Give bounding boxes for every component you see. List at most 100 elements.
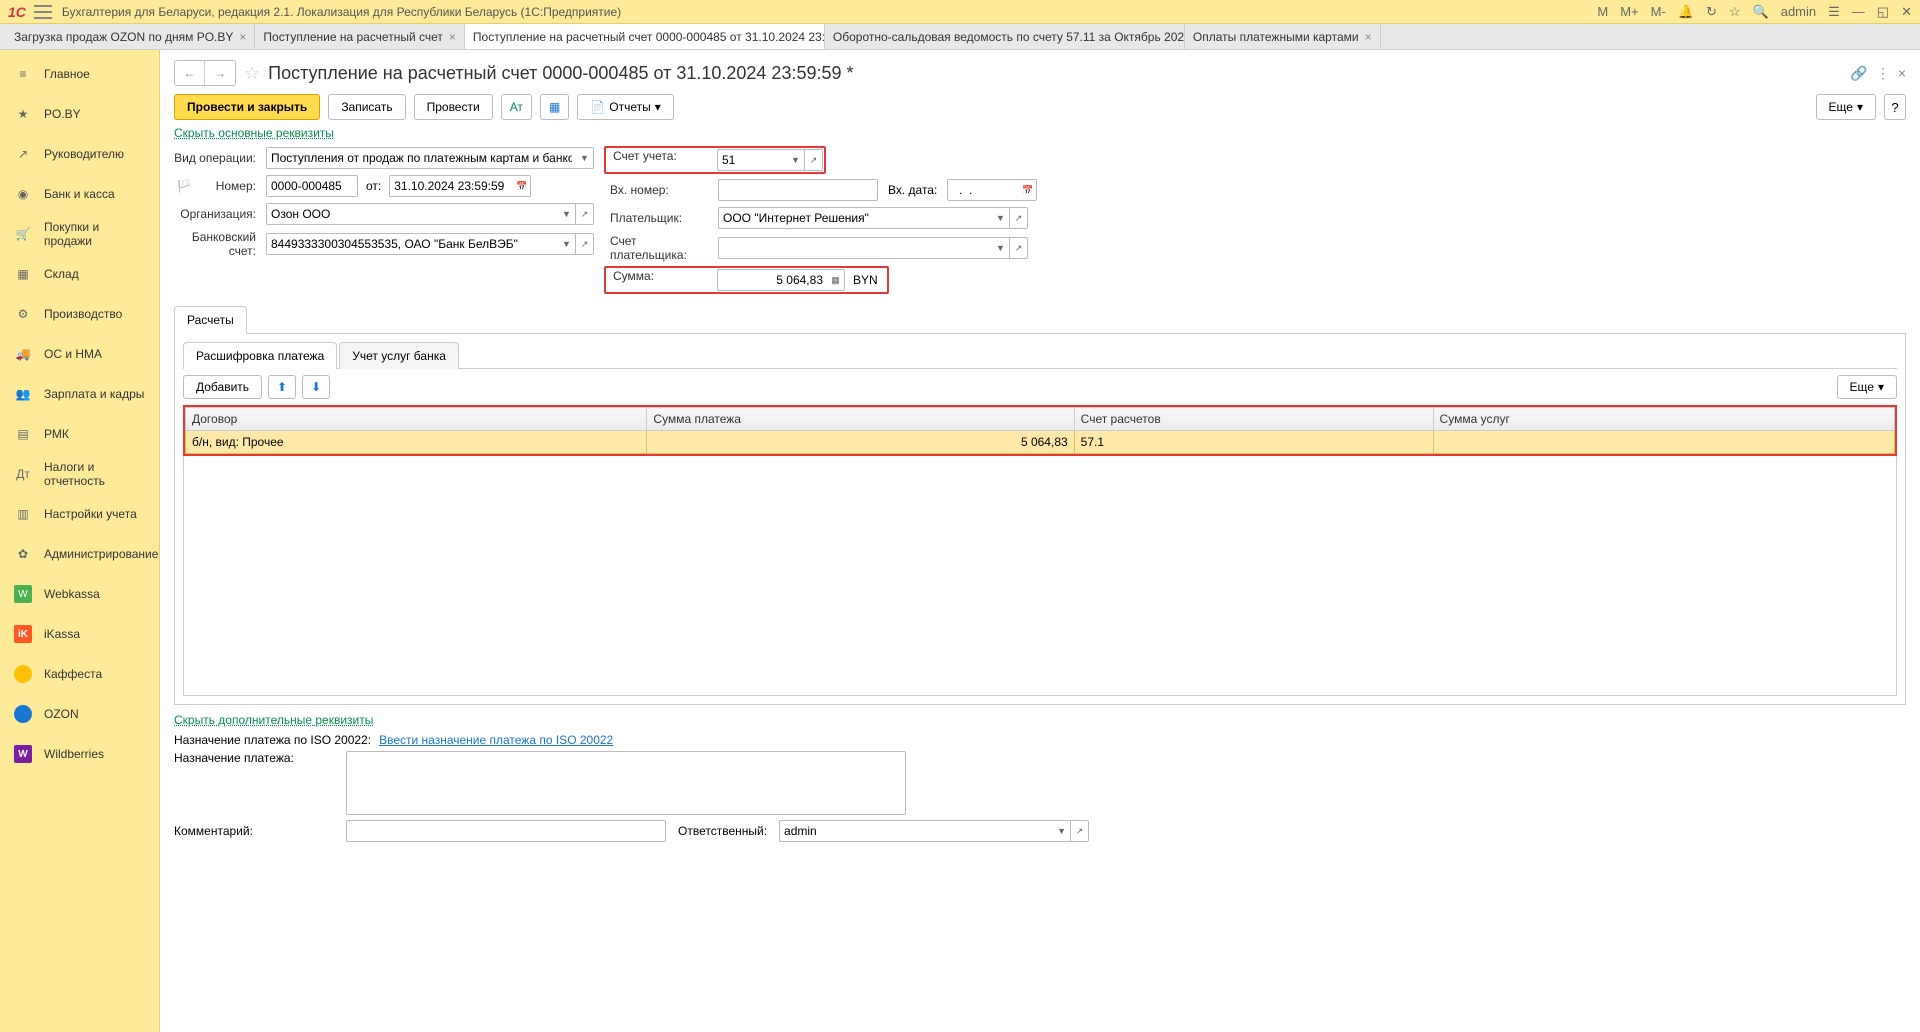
dropdown-icon[interactable]: ▼ xyxy=(992,237,1010,259)
settings-icon[interactable]: ☰ xyxy=(1828,4,1840,20)
date-field[interactable] xyxy=(389,175,513,197)
grid-row[interactable]: б/н, вид: Прочее 5 064,83 57.1 xyxy=(186,431,1895,454)
hide-additional-link[interactable]: Скрыть дополнительные реквизиты xyxy=(174,713,373,727)
write-button[interactable]: Записать xyxy=(328,94,405,120)
open-icon[interactable]: ↗ xyxy=(1010,207,1028,229)
dropdown-icon[interactable]: ▼ xyxy=(992,207,1010,229)
in-date-field[interactable] xyxy=(947,179,1019,201)
tab-bank-services[interactable]: Учет услуг банка xyxy=(339,342,459,369)
col-contract[interactable]: Договор xyxy=(186,408,647,431)
post-and-close-button[interactable]: Провести и закрыть xyxy=(174,94,320,120)
cell-contract[interactable]: б/н, вид: Прочее xyxy=(186,431,647,454)
sidebar-item-rmk[interactable]: ▤РМК xyxy=(0,414,159,454)
dropdown-icon[interactable]: ▼ xyxy=(787,149,805,171)
sidebar-item-bank[interactable]: ◉Банк и касса xyxy=(0,174,159,214)
dropdown-icon[interactable]: ▼ xyxy=(1053,820,1071,842)
tab-ozon-load[interactable]: Загрузка продаж OZON по дням PO.BY× xyxy=(6,24,255,49)
sidebar-item-ozon[interactable]: OZON xyxy=(0,694,159,734)
create-based-button[interactable]: ▦ xyxy=(540,94,569,120)
col-sum[interactable]: Сумма платежа xyxy=(647,408,1074,431)
tab-receipt-485[interactable]: Поступление на расчетный счет 0000-00048… xyxy=(465,24,825,49)
history-icon[interactable]: ↻ xyxy=(1706,4,1717,20)
add-row-button[interactable]: Добавить xyxy=(183,375,262,399)
responsible-field[interactable] xyxy=(779,820,1053,842)
maximize-icon[interactable]: ◱ xyxy=(1877,4,1889,20)
user-label[interactable]: admin xyxy=(1781,4,1816,19)
calc-icon[interactable]: ▦ xyxy=(827,269,845,291)
close-icon[interactable]: ✕ xyxy=(1901,4,1912,20)
sidebar-item-poby[interactable]: ★PO.BY xyxy=(0,94,159,134)
sidebar-item-warehouse[interactable]: ▦Склад xyxy=(0,254,159,294)
calc-m-button[interactable]: M xyxy=(1597,4,1608,19)
more-icon[interactable]: ⋮ xyxy=(1876,65,1890,82)
open-icon[interactable]: ↗ xyxy=(576,233,594,255)
favorite-icon[interactable]: ☆ xyxy=(244,63,260,84)
more-button[interactable]: Еще ▾ xyxy=(1816,94,1876,120)
sidebar-item-assets[interactable]: 🚚ОС и НМА xyxy=(0,334,159,374)
tab-card-payments[interactable]: Оплаты платежными картами× xyxy=(1185,24,1381,49)
calendar-icon[interactable]: 📅 xyxy=(1019,179,1037,201)
sidebar-item-payroll[interactable]: 👥Зарплата и кадры xyxy=(0,374,159,414)
sidebar-item-production[interactable]: ⚙Производство xyxy=(0,294,159,334)
cell-service-sum[interactable] xyxy=(1433,431,1894,454)
sidebar-item-sales[interactable]: 🛒Покупки и продажи xyxy=(0,214,159,254)
payer-field[interactable] xyxy=(718,207,992,229)
main-menu-icon[interactable] xyxy=(34,5,52,19)
in-number-field[interactable] xyxy=(718,179,878,201)
tab-payment-breakdown[interactable]: Расшифровка платежа xyxy=(183,342,337,369)
calc-mminus-button[interactable]: M- xyxy=(1651,4,1666,19)
close-page-icon[interactable]: × xyxy=(1898,65,1906,82)
move-up-button[interactable]: ⬆ xyxy=(268,375,296,399)
sidebar-item-settings[interactable]: ▥Настройки учета xyxy=(0,494,159,534)
sidebar-item-admin[interactable]: ✿Администрирование xyxy=(0,534,159,574)
open-icon[interactable]: ↗ xyxy=(1071,820,1089,842)
number-field[interactable] xyxy=(266,175,358,197)
tab-close-icon[interactable]: × xyxy=(239,30,246,44)
open-icon[interactable]: ↗ xyxy=(805,149,823,171)
search-icon[interactable]: 🔍 xyxy=(1753,4,1769,20)
nav-back-button[interactable]: ← xyxy=(175,61,205,85)
col-account[interactable]: Счет расчетов xyxy=(1074,408,1433,431)
tab-calculations[interactable]: Расчеты xyxy=(174,306,247,334)
hide-main-requisites-link[interactable]: Скрыть основные реквизиты xyxy=(174,126,334,140)
calc-mplus-button[interactable]: M+ xyxy=(1620,4,1638,19)
dropdown-icon[interactable]: ▼ xyxy=(558,203,576,225)
dropdown-icon[interactable]: ▼ xyxy=(576,147,594,169)
sidebar-item-kaffesta[interactable]: Каффеста xyxy=(0,654,159,694)
payer-acc-field[interactable] xyxy=(718,237,992,259)
movements-button[interactable]: Ат xyxy=(501,94,532,120)
account-field[interactable] xyxy=(717,149,787,171)
tab-receipt-1[interactable]: Поступление на расчетный счет× xyxy=(255,24,465,49)
star-icon[interactable]: ☆ xyxy=(1729,4,1741,20)
tab-close-icon[interactable]: × xyxy=(449,30,456,44)
bank-field[interactable] xyxy=(266,233,558,255)
tab-close-icon[interactable]: × xyxy=(1365,30,1372,44)
cell-sum[interactable]: 5 064,83 xyxy=(647,431,1074,454)
link-icon[interactable]: 🔗 xyxy=(1850,65,1867,82)
cell-account[interactable]: 57.1 xyxy=(1074,431,1433,454)
sidebar-item-webkassa[interactable]: WWebkassa xyxy=(0,574,159,614)
sidebar-item-ikassa[interactable]: iKiKassa xyxy=(0,614,159,654)
nav-forward-button[interactable]: → xyxy=(205,61,235,85)
grid-more-button[interactable]: Еще ▾ xyxy=(1837,375,1897,399)
tab-turnover[interactable]: Оборотно-сальдовая ведомость по счету 57… xyxy=(825,24,1185,49)
bell-icon[interactable]: 🔔 xyxy=(1678,4,1694,20)
sidebar-item-main[interactable]: ≡Главное xyxy=(0,54,159,94)
minimize-icon[interactable]: — xyxy=(1852,4,1865,19)
sum-field[interactable] xyxy=(717,269,827,291)
col-service-sum[interactable]: Сумма услуг xyxy=(1433,408,1894,431)
purpose-field[interactable] xyxy=(346,751,906,815)
post-button[interactable]: Провести xyxy=(414,94,493,120)
op-type-field[interactable] xyxy=(266,147,576,169)
comment-field[interactable] xyxy=(346,820,666,842)
dropdown-icon[interactable]: ▼ xyxy=(558,233,576,255)
open-icon[interactable]: ↗ xyxy=(1010,237,1028,259)
iso-link[interactable]: Ввести назначение платежа по ISO 20022 xyxy=(379,733,613,747)
grid-empty-area[interactable] xyxy=(183,456,1897,696)
sidebar-item-manager[interactable]: ↗Руководителю xyxy=(0,134,159,174)
reports-button[interactable]: 📄 Отчеты ▾ xyxy=(577,94,673,120)
org-field[interactable] xyxy=(266,203,558,225)
move-down-button[interactable]: ⬇ xyxy=(302,375,330,399)
sidebar-item-taxes[interactable]: ДтНалоги и отчетность xyxy=(0,454,159,494)
open-icon[interactable]: ↗ xyxy=(576,203,594,225)
